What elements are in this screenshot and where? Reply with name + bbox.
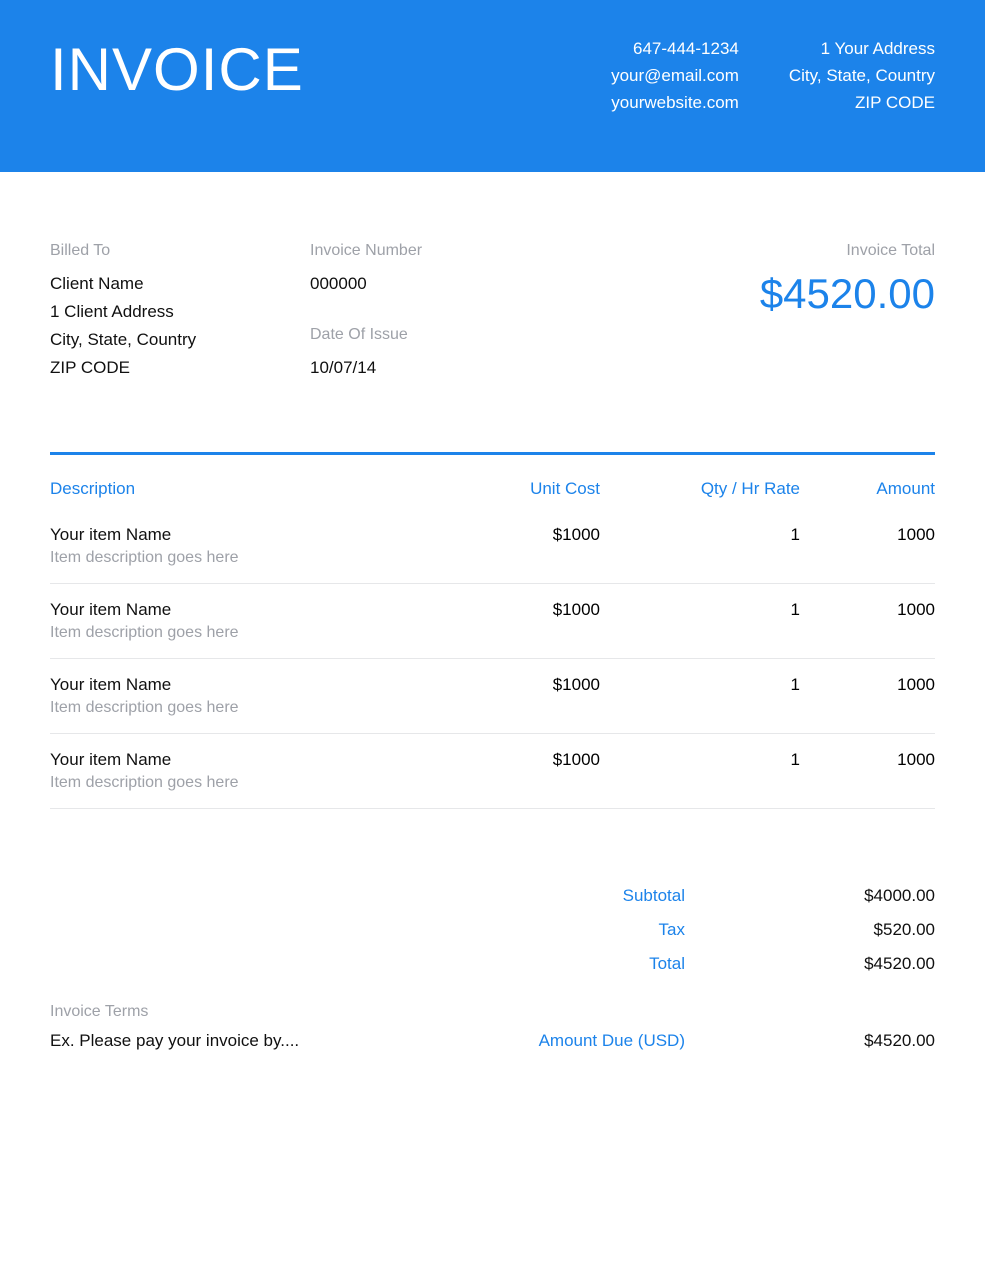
item-unit-cost: $1000	[440, 750, 600, 792]
client-address-line2: City, State, Country	[50, 326, 310, 354]
invoice-number-label: Invoice Number	[310, 242, 570, 260]
terms-label: Invoice Terms	[50, 1003, 935, 1021]
invoice-info-block: Invoice Number 000000 Date Of Issue 10/0…	[310, 242, 570, 382]
item-description: Item description goes here	[50, 549, 440, 567]
item-description: Item description goes here	[50, 774, 440, 792]
line-item-row: Your item Name Item description goes here…	[50, 584, 935, 659]
col-description-label: Description	[50, 479, 440, 499]
invoice-body: Billed To Client Name 1 Client Address C…	[0, 172, 985, 1091]
item-qty: 1	[600, 750, 800, 792]
item-name: Your item Name	[50, 525, 440, 545]
invoice-header: INVOICE 647-444-1234 your@email.com your…	[0, 0, 985, 172]
item-description: Item description goes here	[50, 624, 440, 642]
tax-label: Tax	[440, 920, 745, 940]
sender-address: 1 Your Address City, State, Country ZIP …	[789, 35, 935, 117]
item-amount: 1000	[800, 600, 935, 642]
amount-due-value: $4520.00	[745, 1031, 935, 1051]
date-of-issue-value: 10/07/14	[310, 354, 570, 382]
table-header: Description Unit Cost Qty / Hr Rate Amou…	[50, 473, 935, 517]
item-amount: 1000	[800, 525, 935, 567]
summary-block: Subtotal $4000.00 Tax $520.00 Total $452…	[50, 879, 935, 981]
invoice-page: INVOICE 647-444-1234 your@email.com your…	[0, 0, 985, 1280]
sender-phone: 647-444-1234	[611, 35, 739, 62]
sender-website: yourwebsite.com	[611, 89, 739, 116]
tax-value: $520.00	[745, 920, 935, 940]
page-title: INVOICE	[50, 35, 611, 104]
billed-to-label: Billed To	[50, 242, 310, 260]
subtotal-value: $4000.00	[745, 886, 935, 906]
table-divider	[50, 452, 935, 455]
item-amount: 1000	[800, 750, 935, 792]
line-item-row: Your item Name Item description goes here…	[50, 659, 935, 734]
item-qty: 1	[600, 675, 800, 717]
total-row: Total $4520.00	[440, 947, 935, 981]
invoice-total-value: $4520.00	[570, 270, 935, 318]
total-label: Total	[440, 954, 745, 974]
amount-due-label: Amount Due (USD)	[440, 1031, 745, 1051]
item-amount: 1000	[800, 675, 935, 717]
total-value: $4520.00	[745, 954, 935, 974]
client-address-line1: 1 Client Address	[50, 298, 310, 326]
item-description: Item description goes here	[50, 699, 440, 717]
sender-address-line2: City, State, Country	[789, 62, 935, 89]
invoice-total-label: Invoice Total	[570, 242, 935, 260]
tax-row: Tax $520.00	[440, 913, 935, 947]
line-item-row: Your item Name Item description goes here…	[50, 734, 935, 809]
col-qty-label: Qty / Hr Rate	[600, 479, 800, 499]
client-zip: ZIP CODE	[50, 354, 310, 382]
sender-email: your@email.com	[611, 62, 739, 89]
subtotal-label: Subtotal	[440, 886, 745, 906]
sender-contact: 647-444-1234 your@email.com yourwebsite.…	[611, 35, 739, 117]
item-unit-cost: $1000	[440, 525, 600, 567]
invoice-number-value: 000000	[310, 270, 570, 298]
item-name: Your item Name	[50, 750, 440, 770]
billed-to-block: Billed To Client Name 1 Client Address C…	[50, 242, 310, 382]
col-amount-label: Amount	[800, 479, 935, 499]
client-name: Client Name	[50, 270, 310, 298]
item-unit-cost: $1000	[440, 675, 600, 717]
item-unit-cost: $1000	[440, 600, 600, 642]
item-qty: 1	[600, 600, 800, 642]
line-items: Your item Name Item description goes here…	[50, 517, 935, 809]
terms-block: Invoice Terms Ex. Please pay your invoic…	[50, 1003, 935, 1051]
item-name: Your item Name	[50, 675, 440, 695]
invoice-meta: Billed To Client Name 1 Client Address C…	[50, 242, 935, 382]
sender-address-zip: ZIP CODE	[789, 89, 935, 116]
item-qty: 1	[600, 525, 800, 567]
invoice-total-block: Invoice Total $4520.00	[570, 242, 935, 382]
line-item-row: Your item Name Item description goes here…	[50, 517, 935, 584]
terms-text: Ex. Please pay your invoice by....	[50, 1031, 440, 1051]
date-of-issue-label: Date Of Issue	[310, 326, 570, 344]
subtotal-row: Subtotal $4000.00	[440, 879, 935, 913]
item-name: Your item Name	[50, 600, 440, 620]
sender-address-line1: 1 Your Address	[789, 35, 935, 62]
col-unit-cost-label: Unit Cost	[440, 479, 600, 499]
